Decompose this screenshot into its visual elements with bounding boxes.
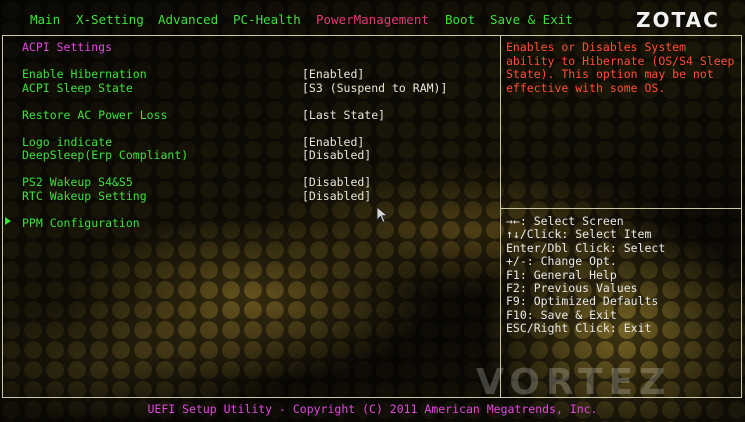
value-logo-indicate[interactable]: [Enabled] [302,135,364,149]
key-help-item: +/-: Change Opt. [506,254,617,269]
panel-divider-vertical [500,35,501,398]
panel-divider-horizontal [500,208,742,209]
setting-acpi-sleep-state[interactable]: ACPI Sleep State [22,81,133,95]
submenu-arrow-icon [5,217,11,225]
mouse-pointer-icon [376,206,389,224]
key-help-item: ↑↓/Click: Select Item [506,227,652,242]
tab-advanced[interactable]: Advanced [158,12,218,27]
footer-copyright: UEFI Setup Utility - Copyright (C) 2011 … [147,402,598,416]
setting-deepsleep[interactable]: DeepSleep(Erp Compliant) [22,148,188,162]
tab-pc-health[interactable]: PC-Health [233,12,301,27]
value-rtc-wakeup[interactable]: [Disabled] [302,189,371,203]
key-help-item: F9: Optimized Defaults [506,294,659,309]
menu-bar: Main X-Setting Advanced PC-Health PowerM… [0,0,745,36]
value-deepsleep[interactable]: [Disabled] [302,148,371,162]
value-restore-ac-power-loss[interactable]: [Last State] [302,108,385,122]
key-help-item: F2: Previous Values [506,281,638,296]
tab-boot[interactable]: Boot [445,12,475,27]
submenu-ppm-configuration[interactable]: PPM Configuration [22,216,140,230]
key-help-list: →←: Select Screen ↑↓/Click: Select Item … [506,214,666,336]
section-title: ACPI Settings [22,40,113,54]
zotac-logo: ZOTAC [636,8,720,32]
tab-x-setting[interactable]: X-Setting [76,12,144,27]
tab-save-exit[interactable]: Save & Exit [490,12,573,27]
setting-enable-hibernation[interactable]: Enable Hibernation [22,67,147,81]
setting-restore-ac-power-loss[interactable]: Restore AC Power Loss [22,108,167,122]
value-enable-hibernation[interactable]: [Enabled] [302,67,364,81]
value-acpi-sleep-state[interactable]: [S3 (Suspend to RAM)] [302,81,447,95]
help-description: Enables or Disables System ability to Hi… [506,40,742,95]
setting-logo-indicate[interactable]: Logo indicate [22,135,112,149]
tab-main[interactable]: Main [30,12,60,27]
key-help-item: ESC/Right Click: Exit [506,321,652,336]
vortez-watermark: VORTEZ [476,362,672,403]
value-ps2-wakeup[interactable]: [Disabled] [302,175,371,189]
setting-ps2-wakeup[interactable]: PS2 Wakeup S4&S5 [22,175,133,189]
key-help-item: F10: Save & Exit [506,307,617,322]
tab-power-management[interactable]: PowerManagement [316,12,429,27]
key-help-item: F1: General Help [506,267,617,282]
key-help-item: →←: Select Screen [506,214,624,228]
key-help-item: Enter/Dbl Click: Select [506,240,666,255]
setting-rtc-wakeup[interactable]: RTC Wakeup Setting [22,189,147,203]
